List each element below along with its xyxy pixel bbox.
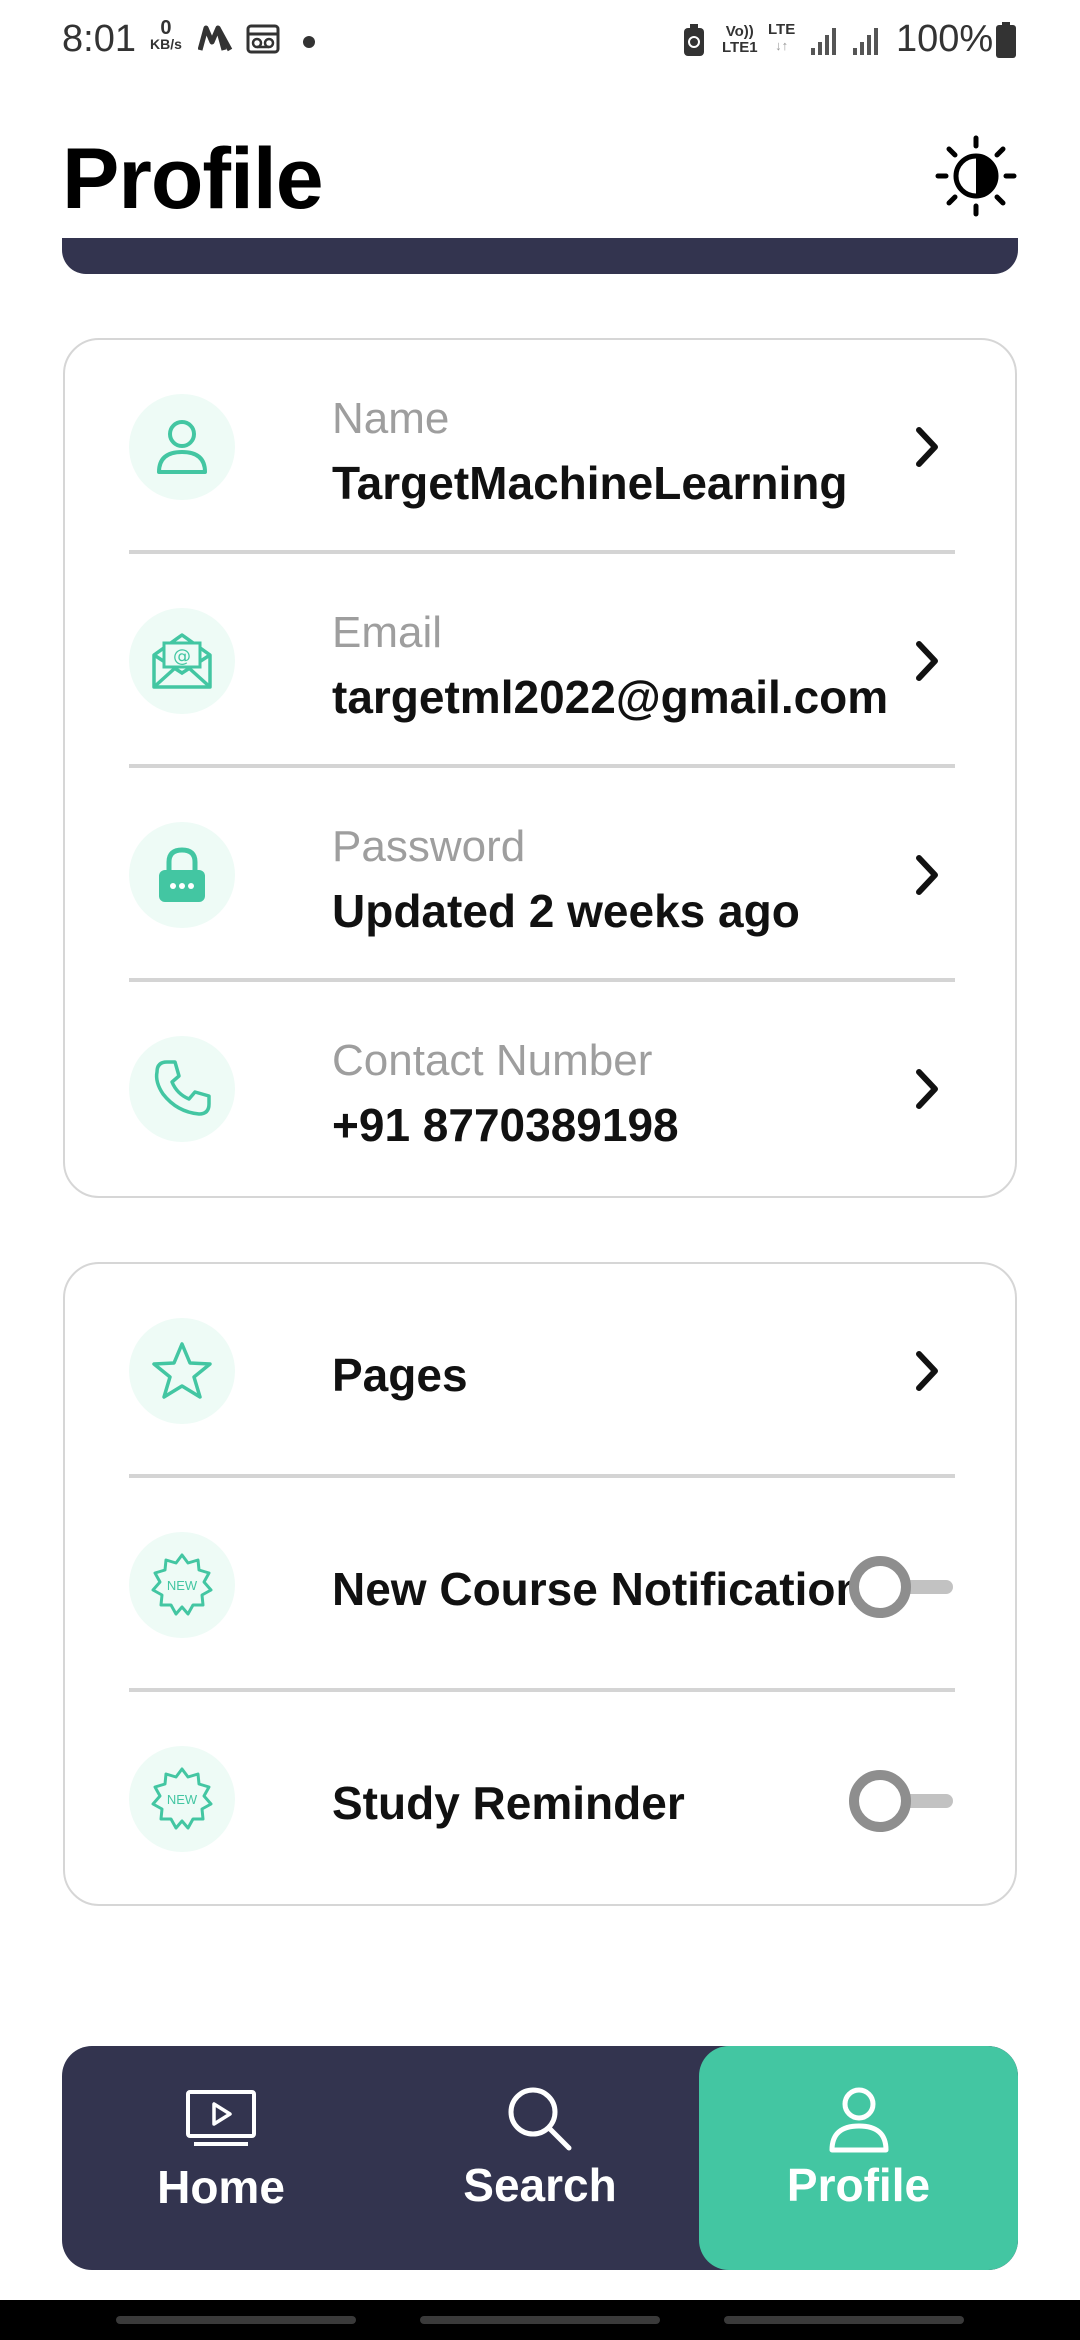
bottom-nav: Home Search Profile xyxy=(62,2046,1018,2270)
contact-number-label: Contact Number xyxy=(332,1036,653,1085)
settings-card: Pages NEW New Course Notifications NEW S… xyxy=(63,1262,1017,1906)
contact-number-value: +91 8770389198 xyxy=(332,1099,679,1151)
new-course-notifications-label: New Course Notifications xyxy=(332,1563,890,1615)
volte-indicator: Vo)) LTE1 xyxy=(722,23,758,56)
password-row[interactable]: Password Updated 2 weeks ago xyxy=(129,768,955,982)
nav-search-label: Search xyxy=(463,2159,617,2211)
new-course-notifications-toggle[interactable] xyxy=(849,1556,955,1618)
user-icon xyxy=(829,2087,888,2153)
chevron-right-icon xyxy=(916,641,938,681)
name-value: TargetMachineLearning xyxy=(332,457,848,509)
battery-icon xyxy=(996,22,1016,58)
phone-icon xyxy=(129,1036,235,1142)
user-icon xyxy=(129,394,235,500)
voicemail-icon xyxy=(246,24,280,54)
theme-toggle-button[interactable] xyxy=(934,134,1018,218)
gesture-pill-left[interactable] xyxy=(116,2316,356,2324)
contact-number-row[interactable]: Contact Number +91 8770389198 xyxy=(129,982,955,1196)
battery-saver-icon xyxy=(684,24,704,56)
nav-home[interactable]: Home xyxy=(62,2046,380,2270)
video-play-icon xyxy=(186,2090,256,2146)
email-row[interactable]: @ Email targetml2022@gmail.com xyxy=(129,554,955,768)
signal-icon-2 xyxy=(853,28,878,55)
status-bar: 8:01 0 KB/s Vo)) LTE1 LTE ↓↑ 100% xyxy=(0,0,1080,80)
carrier-logo-icon xyxy=(198,25,233,52)
star-icon xyxy=(129,1318,235,1424)
chevron-right-icon xyxy=(916,1351,938,1391)
name-row[interactable]: Name TargetMachineLearning xyxy=(129,340,955,554)
gesture-pill-right[interactable] xyxy=(724,2316,964,2324)
pages-row[interactable]: Pages xyxy=(129,1264,955,1478)
name-label: Name xyxy=(332,394,450,443)
gesture-pill-center[interactable] xyxy=(420,2316,660,2324)
brightness-contrast-icon xyxy=(935,135,1017,217)
nav-profile-label: Profile xyxy=(786,2159,931,2211)
search-icon xyxy=(508,2087,572,2151)
nav-home-label: Home xyxy=(157,2161,285,2213)
signal-icon xyxy=(811,28,836,55)
email-label: Email xyxy=(332,608,443,657)
svg-text:NEW: NEW xyxy=(167,1578,198,1593)
study-reminder-row: NEW Study Reminder xyxy=(129,1692,955,1906)
page-title: Profile xyxy=(62,131,324,227)
password-value: Updated 2 weeks ago xyxy=(332,885,800,937)
svg-text:@: @ xyxy=(173,646,191,667)
notification-dot xyxy=(303,36,315,48)
new-course-notifications-row: NEW New Course Notifications xyxy=(129,1478,955,1692)
system-gesture-bar xyxy=(0,2300,1080,2340)
lock-icon xyxy=(129,822,235,928)
study-reminder-toggle[interactable] xyxy=(849,1770,955,1832)
chevron-right-icon xyxy=(916,855,938,895)
email-icon: @ xyxy=(129,608,235,714)
nav-search[interactable]: Search xyxy=(380,2046,700,2270)
nav-profile[interactable]: Profile xyxy=(699,2046,1018,2270)
chevron-right-icon xyxy=(916,1069,938,1109)
header-banner xyxy=(62,238,1018,274)
study-reminder-label: Study Reminder xyxy=(332,1777,685,1829)
status-time: 8:01 xyxy=(62,18,136,60)
new-badge-icon: NEW xyxy=(129,1746,235,1852)
lte-indicator: LTE ↓↑ xyxy=(768,21,796,54)
net-speed: 0 KB/s xyxy=(150,17,182,52)
email-value: targetml2022@gmail.com xyxy=(332,671,889,723)
new-badge-icon: NEW xyxy=(129,1532,235,1638)
battery-percent: 100% xyxy=(896,18,994,60)
account-info-card: Name TargetMachineLearning @ Email targe… xyxy=(63,338,1017,1198)
svg-text:NEW: NEW xyxy=(167,1792,198,1807)
chevron-right-icon xyxy=(916,427,938,467)
password-label: Password xyxy=(332,822,526,871)
pages-label: Pages xyxy=(332,1349,468,1401)
